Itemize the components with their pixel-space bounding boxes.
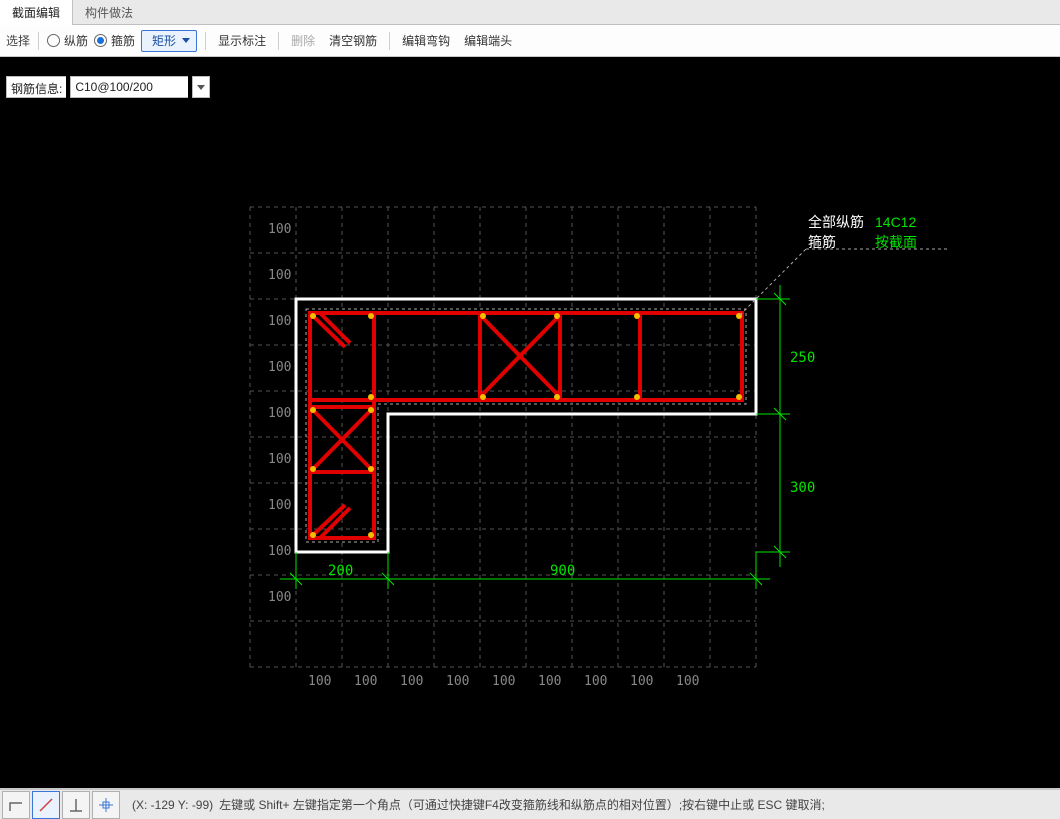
grid-col-label: 100 — [400, 674, 423, 689]
grid-row-label: 100 — [268, 360, 291, 375]
grid-col-label: 100 — [538, 674, 561, 689]
shape-dropdown-label: 矩形 — [152, 32, 176, 49]
drawing-canvas[interactable]: 100 100 100 100 100 100 100 100 100 100 … — [0, 57, 1060, 788]
radio-stirrup[interactable]: 箍筋 — [94, 32, 135, 49]
rebar-info-label: 钢筋信息: — [6, 76, 66, 98]
radio-longitudinal-label: 纵筋 — [64, 32, 88, 49]
status-btn-grid[interactable] — [92, 791, 120, 819]
edit-end-button[interactable]: 编辑端头 — [460, 30, 516, 51]
grid-col-label: 100 — [584, 674, 607, 689]
grid-col-label: 100 — [308, 674, 331, 689]
grid-row-label: 100 — [268, 406, 291, 421]
shape-dropdown[interactable]: 矩形 — [141, 30, 197, 52]
chevron-down-icon — [197, 85, 205, 90]
tab-component-method[interactable]: 构件做法 — [73, 0, 145, 25]
status-btn-ortho[interactable] — [2, 791, 30, 819]
chevron-down-icon — [182, 38, 190, 43]
radio-stirrup-label: 箍筋 — [111, 32, 135, 49]
tab-bar: 截面编辑 构件做法 — [0, 0, 1060, 25]
grid-col-label: 100 — [630, 674, 653, 689]
dim-w2: 900 — [550, 563, 575, 579]
grid-row-label: 100 — [268, 452, 291, 467]
grid-row-label: 100 — [268, 544, 291, 559]
delete-button[interactable]: 删除 — [287, 30, 319, 51]
edit-hook-button[interactable]: 编辑弯钩 — [398, 30, 454, 51]
grid-row-label: 100 — [268, 314, 291, 329]
grid-col-label: 100 — [354, 674, 377, 689]
toolbar: 选择 纵筋 箍筋 矩形 显示标注 删除 清空钢筋 编辑弯钩 编辑端头 — [0, 25, 1060, 57]
status-btn-snap2[interactable] — [62, 791, 90, 819]
grid-row-label: 100 — [268, 268, 291, 283]
grid-col-label: 100 — [446, 674, 469, 689]
dim-h2: 300 — [790, 480, 815, 496]
status-bar: (X: -129 Y: -99) 左键或 Shift+ 左键指定第一个角点（可通… — [0, 788, 1060, 819]
rebar-info-bar: 钢筋信息: — [6, 76, 210, 98]
status-btn-snap1[interactable] — [32, 791, 60, 819]
annotation-leader — [740, 249, 950, 315]
dim-h1: 250 — [790, 350, 815, 366]
show-label-button[interactable]: 显示标注 — [214, 30, 270, 51]
grid-col-label: 100 — [676, 674, 699, 689]
radio-longitudinal[interactable]: 纵筋 — [47, 32, 88, 49]
anno-rebar-spec: 14C12 — [875, 214, 916, 230]
tab-section-edit[interactable]: 截面编辑 — [0, 0, 73, 25]
anno-stirrup-spec: 按截面 — [875, 234, 917, 250]
status-coords: (X: -129 Y: -99) — [132, 798, 213, 812]
dim-w1: 200 — [328, 563, 353, 579]
grid-row-label: 100 — [268, 498, 291, 513]
rebar-info-input[interactable] — [70, 76, 188, 98]
clear-rebar-button[interactable]: 清空钢筋 — [325, 30, 381, 51]
select-label: 选择 — [6, 32, 30, 49]
rebar-info-dropdown[interactable] — [192, 76, 210, 98]
status-hint: 左键或 Shift+ 左键指定第一个角点（可通过快捷键F4改变箍筋线和纵筋点的相… — [219, 796, 825, 813]
grid-row-label: 100 — [268, 222, 291, 237]
grid-col-label: 100 — [492, 674, 515, 689]
anno-all-rebar: 全部纵筋 — [808, 214, 864, 230]
anno-stirrup: 箍筋 — [808, 234, 836, 250]
grid-row-label: 100 — [268, 590, 291, 605]
